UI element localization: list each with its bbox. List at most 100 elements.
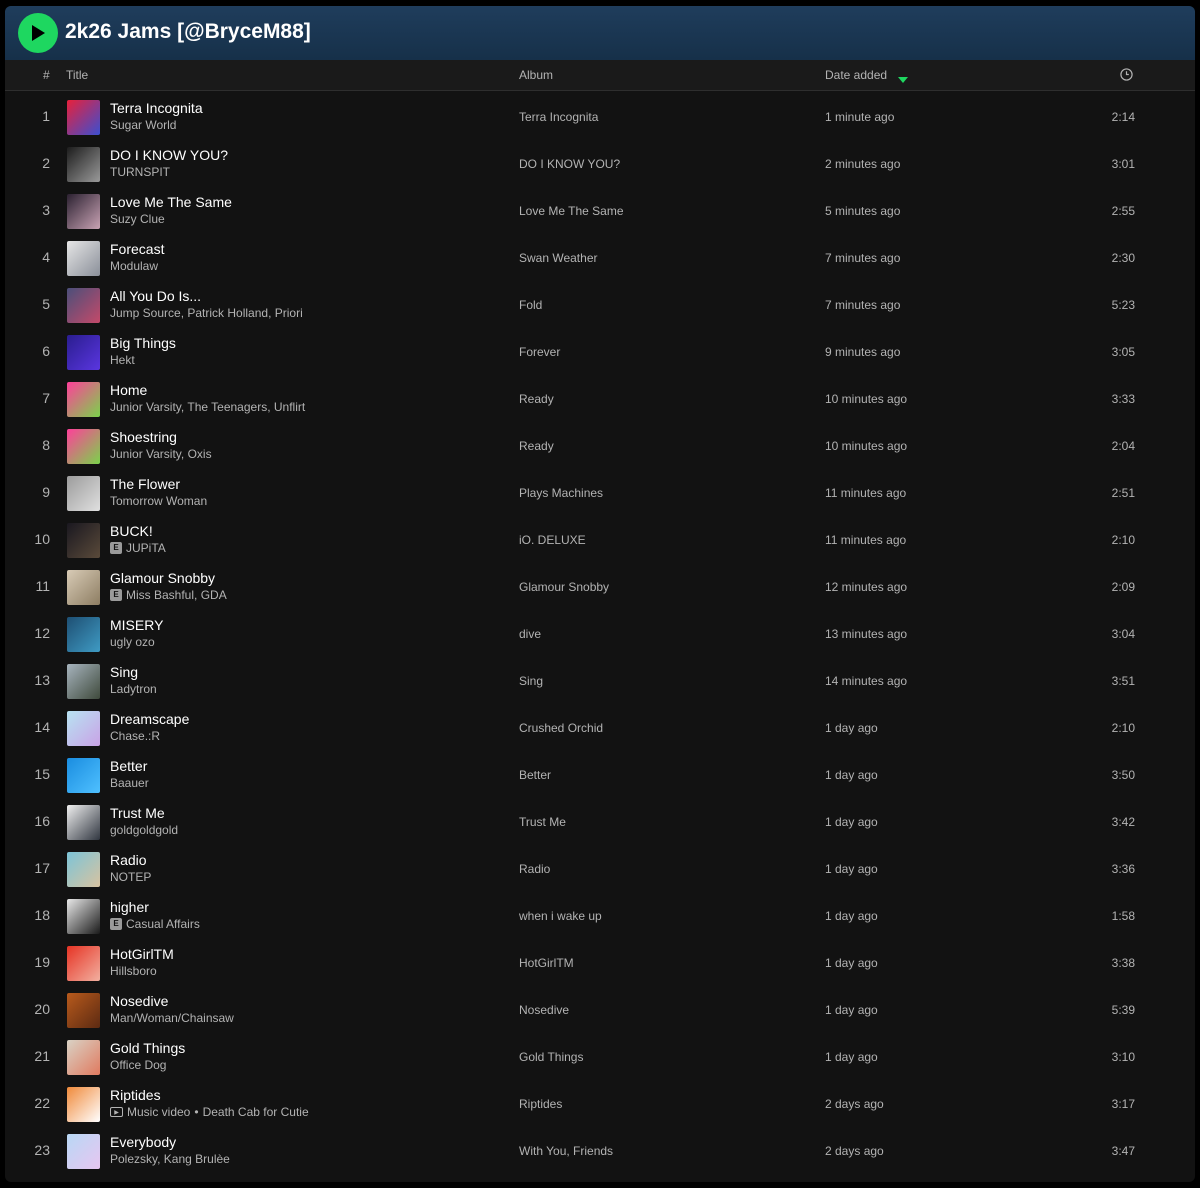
track-album[interactable]: Gold Things [519,1050,583,1064]
track-album[interactable]: Sing [519,674,543,688]
track-row[interactable]: 17 Radio NOTEP Radio 1 day ago 3:36 [5,846,1195,893]
track-row[interactable]: 13 Sing Ladytron Sing 14 minutes ago 3:51 [5,658,1195,705]
track-title[interactable]: higher [110,899,149,915]
track-album[interactable]: Crushed Orchid [519,721,603,735]
track-artist[interactable]: JUPiTA [126,541,166,555]
track-artist[interactable]: Miss Bashful, GDA [126,588,227,602]
track-album[interactable]: Nosedive [519,1003,569,1017]
track-title[interactable]: Better [110,758,147,774]
track-album[interactable]: Forever [519,345,560,359]
track-artist[interactable]: Baauer [110,776,149,790]
track-row[interactable]: 12 MISERY ugly ozo dive 13 minutes ago 3:04 [5,611,1195,658]
track-artist[interactable]: Tomorrow Woman [110,494,207,508]
play-button[interactable] [18,13,58,53]
track-album[interactable]: Plays Machines [519,486,603,500]
track-artist[interactable]: ugly ozo [110,635,155,649]
track-row[interactable]: 11 Glamour Snobby E Miss Bashful, GDA Glamou… [5,564,1195,611]
track-artist[interactable]: Suzy Clue [110,212,165,226]
track-row[interactable]: 15 Better Baauer Better 1 day ago 3:50 [5,752,1195,799]
track-album[interactable]: Radio [519,862,550,876]
track-row[interactable]: 18 higher E Casual Affairs when i wake up 1 d… [5,893,1195,940]
track-number: 15 [34,766,50,782]
track-album[interactable]: Terra Incognita [519,110,598,124]
track-row[interactable]: 22 Riptides ▶ Music video • Death Cab for Cut… [5,1081,1195,1128]
track-row[interactable]: 5 All You Do Is... Jump Source, Patrick Ho… [5,282,1195,329]
track-title[interactable]: DO I KNOW YOU? [110,147,228,163]
track-album[interactable]: dive [519,627,541,641]
sort-desc-icon[interactable] [898,72,908,86]
track-artist[interactable]: Junior Varsity, Oxis [110,447,212,461]
clock-icon[interactable] [1120,68,1133,84]
track-album[interactable]: Fold [519,298,542,312]
track-title[interactable]: BUCK! [110,523,153,539]
track-title[interactable]: Big Things [110,335,176,351]
track-title[interactable]: HotGirlTM [110,946,174,962]
track-row[interactable]: 2 DO I KNOW YOU? TURNSPIT DO I KNOW YOU? 2 m… [5,141,1195,188]
track-album[interactable]: DO I KNOW YOU? [519,157,620,171]
track-row[interactable]: 19 HotGirlTM Hillsboro HotGirlTM 1 day ago 3:… [5,940,1195,987]
track-artist[interactable]: TURNSPIT [110,165,170,179]
track-album[interactable]: With You, Friends [519,1144,613,1158]
track-title[interactable]: All You Do Is... [110,288,201,304]
track-album[interactable]: Swan Weather [519,251,598,265]
track-row[interactable]: 4 Forecast Modulaw Swan Weather 7 minutes ag… [5,235,1195,282]
track-album[interactable]: Love Me The Same [519,204,624,218]
track-title[interactable]: Home [110,382,147,398]
track-title[interactable]: Terra Incognita [110,100,203,116]
track-album[interactable]: Ready [519,392,554,406]
track-artist[interactable]: Casual Affairs [126,917,200,931]
column-date-added[interactable]: Date added [825,68,887,82]
track-album[interactable]: Riptides [519,1097,562,1111]
track-artist[interactable]: Hekt [110,353,135,367]
track-title[interactable]: Gold Things [110,1040,185,1056]
track-title[interactable]: Love Me The Same [110,194,232,210]
track-artist[interactable]: Man/Woman/Chainsaw [110,1011,234,1025]
track-subtitle: Junior Varsity, Oxis [110,447,212,461]
track-title[interactable]: Trust Me [110,805,165,821]
track-artist[interactable]: Modulaw [110,259,158,273]
track-artist[interactable]: Sugar World [110,118,176,132]
track-row[interactable]: 20 Nosedive Man/Woman/Chainsaw Nosedive 1 da… [5,987,1195,1034]
track-title[interactable]: Dreamscape [110,711,189,727]
track-artist[interactable]: Ladytron [110,682,157,696]
track-album[interactable]: Glamour Snobby [519,580,609,594]
track-row[interactable]: 16 Trust Me goldgoldgold Trust Me 1 day ago 3… [5,799,1195,846]
track-album[interactable]: Better [519,768,551,782]
track-row[interactable]: 1 Terra Incognita Sugar World Terra Incogni… [5,94,1195,141]
track-row[interactable]: 10 BUCK! E JUPiTA iO. DELUXE 11 minutes ago 2:… [5,517,1195,564]
track-title[interactable]: MISERY [110,617,163,633]
track-title[interactable]: Forecast [110,241,164,257]
track-artist[interactable]: goldgoldgold [110,823,178,837]
track-row[interactable]: 6 Big Things Hekt Forever 9 minutes ago 3:05 [5,329,1195,376]
track-row[interactable]: 3 Love Me The Same Suzy Clue Love Me The Sa… [5,188,1195,235]
track-album[interactable]: HotGirlTM [519,956,574,970]
track-album[interactable]: Ready [519,439,554,453]
track-title[interactable]: Glamour Snobby [110,570,215,586]
track-artist[interactable]: Junior Varsity, The Teenagers, Unflirt [110,400,305,414]
track-row[interactable]: 21 Gold Things Office Dog Gold Things 1 day … [5,1034,1195,1081]
track-title[interactable]: Nosedive [110,993,168,1009]
track-title[interactable]: Radio [110,852,147,868]
track-artist[interactable]: Chase.:R [110,729,160,743]
column-album[interactable]: Album [519,68,553,82]
track-title[interactable]: The Flower [110,476,180,492]
track-row[interactable]: 9 The Flower Tomorrow Woman Plays Machines 1… [5,470,1195,517]
track-title[interactable]: Shoestring [110,429,177,445]
track-title[interactable]: Everybody [110,1134,176,1150]
track-artist[interactable]: NOTEP [110,870,151,884]
track-album[interactable]: Trust Me [519,815,566,829]
column-title[interactable]: Title [66,68,88,82]
track-album[interactable]: when i wake up [519,909,602,923]
track-album[interactable]: iO. DELUXE [519,533,586,547]
track-artist[interactable]: Hillsboro [110,964,157,978]
track-title[interactable]: Riptides [110,1087,161,1103]
track-title[interactable]: Sing [110,664,138,680]
track-row[interactable]: 8 Shoestring Junior Varsity, Oxis Ready 10 m… [5,423,1195,470]
track-row[interactable]: 7 Home Junior Varsity, The Teenagers, Unfl… [5,376,1195,423]
track-artist[interactable]: Jump Source, Patrick Holland, Priori [110,306,303,320]
track-artist[interactable]: Office Dog [110,1058,166,1072]
track-artist[interactable]: Death Cab for Cutie [203,1105,309,1119]
track-row[interactable]: 14 Dreamscape Chase.:R Crushed Orchid 1 day … [5,705,1195,752]
track-row[interactable]: 23 Everybody Polezsky, Kang Brulèe With You… [5,1128,1195,1175]
track-artist[interactable]: Polezsky, Kang Brulèe [110,1152,230,1166]
